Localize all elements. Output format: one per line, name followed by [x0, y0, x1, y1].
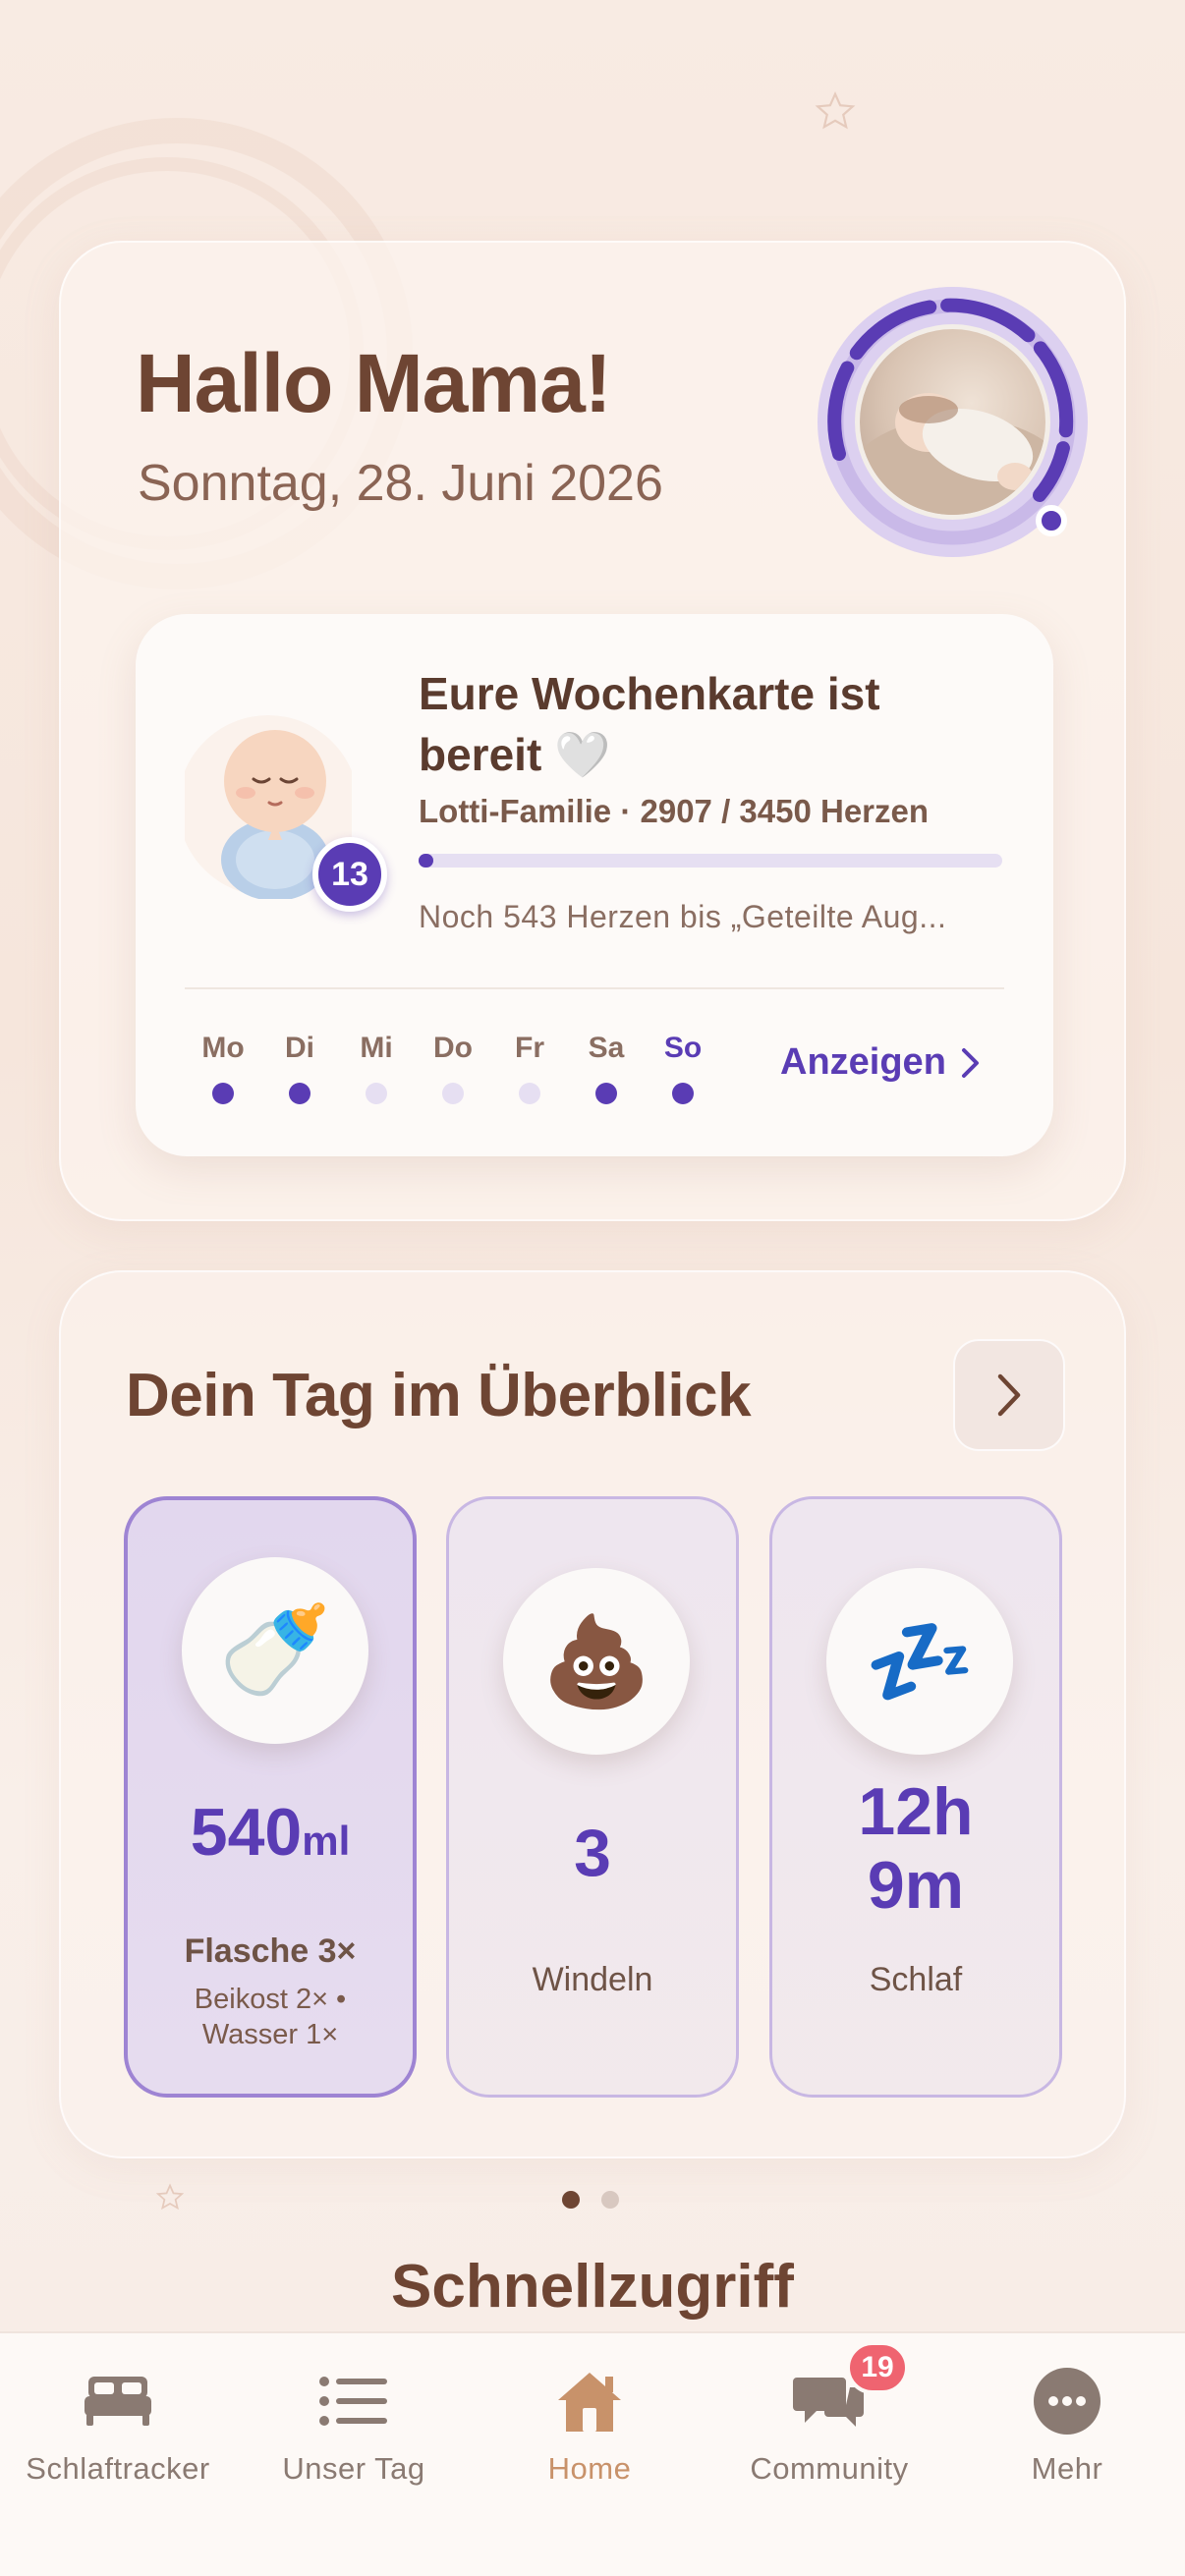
page-indicator[interactable]: [562, 2191, 619, 2209]
tab-icon-wrap: [1032, 2363, 1102, 2439]
sleep-icon-circle: 💤: [826, 1568, 1013, 1755]
diaper-tile[interactable]: 💩 3 Windeln: [446, 1496, 739, 2098]
weekly-card-title: Eure Wochenkarte ist bereit 🤍: [419, 668, 880, 780]
hearts-count: Lotti-Familie · 2907 / 3450 Herzen: [419, 793, 930, 829]
tab-label: Mehr: [1031, 2451, 1103, 2486]
day-label: Fr: [515, 1032, 544, 1064]
feeding-icon-circle: 🍼: [182, 1557, 368, 1744]
day-wednesday: Mi: [338, 1032, 415, 1104]
tab-label: Unser Tag: [282, 2451, 425, 2486]
day-status-dot: [289, 1083, 310, 1104]
day-status-dot: [595, 1083, 617, 1104]
day-saturday: Sa: [568, 1032, 645, 1104]
home-icon: [558, 2373, 621, 2432]
day-status-dot: [212, 1083, 234, 1104]
day-label: Di: [285, 1032, 314, 1064]
sleep-duration: 9m: [867, 1848, 965, 1923]
tab-schlaftracker[interactable]: Schlaftracker: [0, 2363, 236, 2487]
sleep-duration: 12h: [858, 1774, 974, 1849]
day-friday: Fr: [491, 1032, 568, 1104]
tab-home[interactable]: Home: [472, 2363, 707, 2487]
day-sunday: So: [645, 1032, 721, 1104]
tab-label: Community: [750, 2451, 909, 2486]
overview-title: Dein Tag im Überblick: [126, 1362, 752, 1429]
tab-label: Schlaftracker: [26, 2451, 210, 2486]
more-icon: [1034, 2368, 1100, 2435]
show-button-label: Anzeigen: [780, 1041, 946, 1083]
day-status-dot: [442, 1083, 464, 1104]
diaper-icon-circle: 💩: [503, 1568, 690, 1755]
tab-icon-wrap: [554, 2363, 625, 2439]
diaper-label: Windeln: [532, 1961, 653, 1998]
bottom-tab-bar: Schlaftracker Unser Tag Home 19 Communit…: [0, 2331, 1185, 2576]
tab-icon-wrap: [83, 2363, 153, 2439]
day-status-dot: [366, 1083, 387, 1104]
feeding-tile[interactable]: 🍼 540ml Flasche 3× Beikost 2× • Wasser 1…: [124, 1496, 417, 2098]
tab-label: Home: [547, 2451, 632, 2486]
hearts-remaining-note: Noch 543 Herzen bis „Geteilte Aug...: [419, 899, 947, 934]
day-label: So: [663, 1032, 703, 1064]
feeding-sublabel: Beikost 2× •: [194, 1984, 347, 2015]
day-label: Mi: [360, 1032, 393, 1064]
baby-photo: [855, 324, 1050, 520]
baby-week-badge: 13: [312, 837, 387, 912]
baby-bottle-icon: 🍼: [218, 1599, 332, 1701]
list-icon: [319, 2377, 387, 2426]
weekly-card[interactable]: 13 Eure Wochenkarte ist bereit 🤍 Lotti-F…: [136, 614, 1053, 1156]
quick-access-title: Schnellzugriff: [391, 2253, 794, 2321]
feeding-amount: 540ml: [128, 1795, 413, 1878]
day-label: Mo: [201, 1032, 245, 1064]
baby-avatar[interactable]: [818, 287, 1088, 557]
greeting-title: Hallo Mama!: [136, 337, 612, 429]
tab-icon-wrap: 19: [793, 2341, 909, 2439]
feeding-amount-value: 540: [190, 1795, 303, 1870]
tab-unser-tag[interactable]: Unser Tag: [236, 2363, 472, 2487]
day-label: Sa: [588, 1032, 625, 1064]
star-decoration-icon: [815, 90, 856, 130]
feeding-amount-unit: ml: [302, 1818, 351, 1864]
chevron-right-icon: [997, 1373, 1021, 1417]
page-dot-active: [562, 2191, 580, 2209]
day-status-dot: [519, 1083, 540, 1104]
diaper-count: 3: [574, 1816, 611, 1890]
hearts-progress-bar: [419, 854, 1002, 868]
sleep-label: Schlaf: [869, 1961, 963, 1998]
feeding-sublabel: Wasser 1×: [201, 2019, 339, 2050]
greeting-card: Hallo Mama! Sonntag, 28. Juni 2026 13 Eu…: [59, 241, 1126, 1221]
chevron-right-icon: [961, 1047, 979, 1078]
feeding-label: Flasche 3×: [184, 1932, 357, 1970]
page-dot: [601, 2191, 619, 2209]
day-status-dot: [672, 1083, 694, 1104]
bed-icon: [85, 2377, 151, 2426]
zzz-icon: 💤: [864, 1612, 976, 1711]
notification-badge: 19: [846, 2341, 909, 2394]
current-date: Sonntag, 28. Juni 2026: [138, 455, 663, 512]
day-tuesday: Di: [261, 1032, 338, 1104]
day-monday: Mo: [185, 1032, 261, 1104]
avatar-status-dot: [1036, 505, 1067, 536]
tab-icon-wrap: [318, 2363, 389, 2439]
tab-mehr[interactable]: Mehr: [949, 2363, 1185, 2487]
star-decoration-icon: [155, 2183, 185, 2211]
day-thursday: Do: [415, 1032, 491, 1104]
tab-community[interactable]: 19 Community: [711, 2341, 947, 2487]
weekday-tracker: Mo Di Mi Do Fr Sa So: [185, 1032, 721, 1104]
poop-icon: 💩: [540, 1612, 652, 1711]
hearts-progress-fill: [419, 854, 434, 868]
sleep-tile[interactable]: 💤 12h 9m Schlaf: [769, 1496, 1062, 2098]
divider: [185, 987, 1004, 989]
day-overview-card: Dein Tag im Überblick 🍼 540ml Flasche 3×…: [59, 1270, 1126, 2158]
day-label: Do: [433, 1032, 473, 1064]
show-weekly-card-button[interactable]: Anzeigen: [780, 1041, 982, 1084]
overview-more-button[interactable]: [953, 1339, 1065, 1451]
